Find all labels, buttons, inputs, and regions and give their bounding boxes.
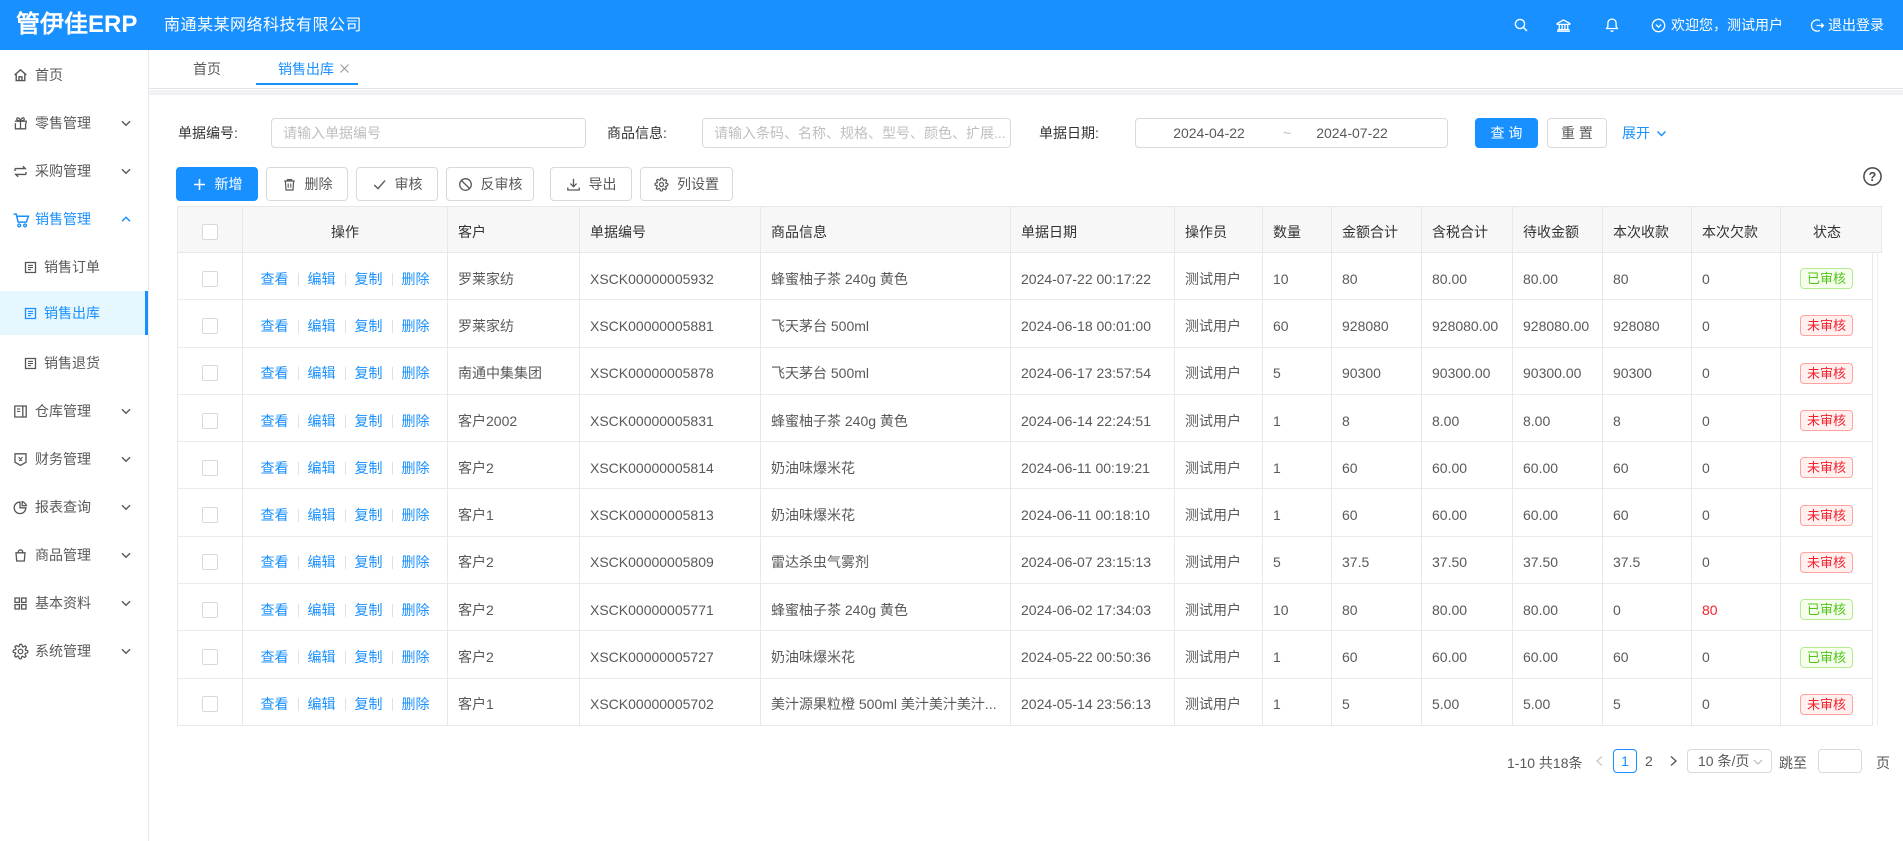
svg-text:?: ? bbox=[1869, 170, 1877, 184]
